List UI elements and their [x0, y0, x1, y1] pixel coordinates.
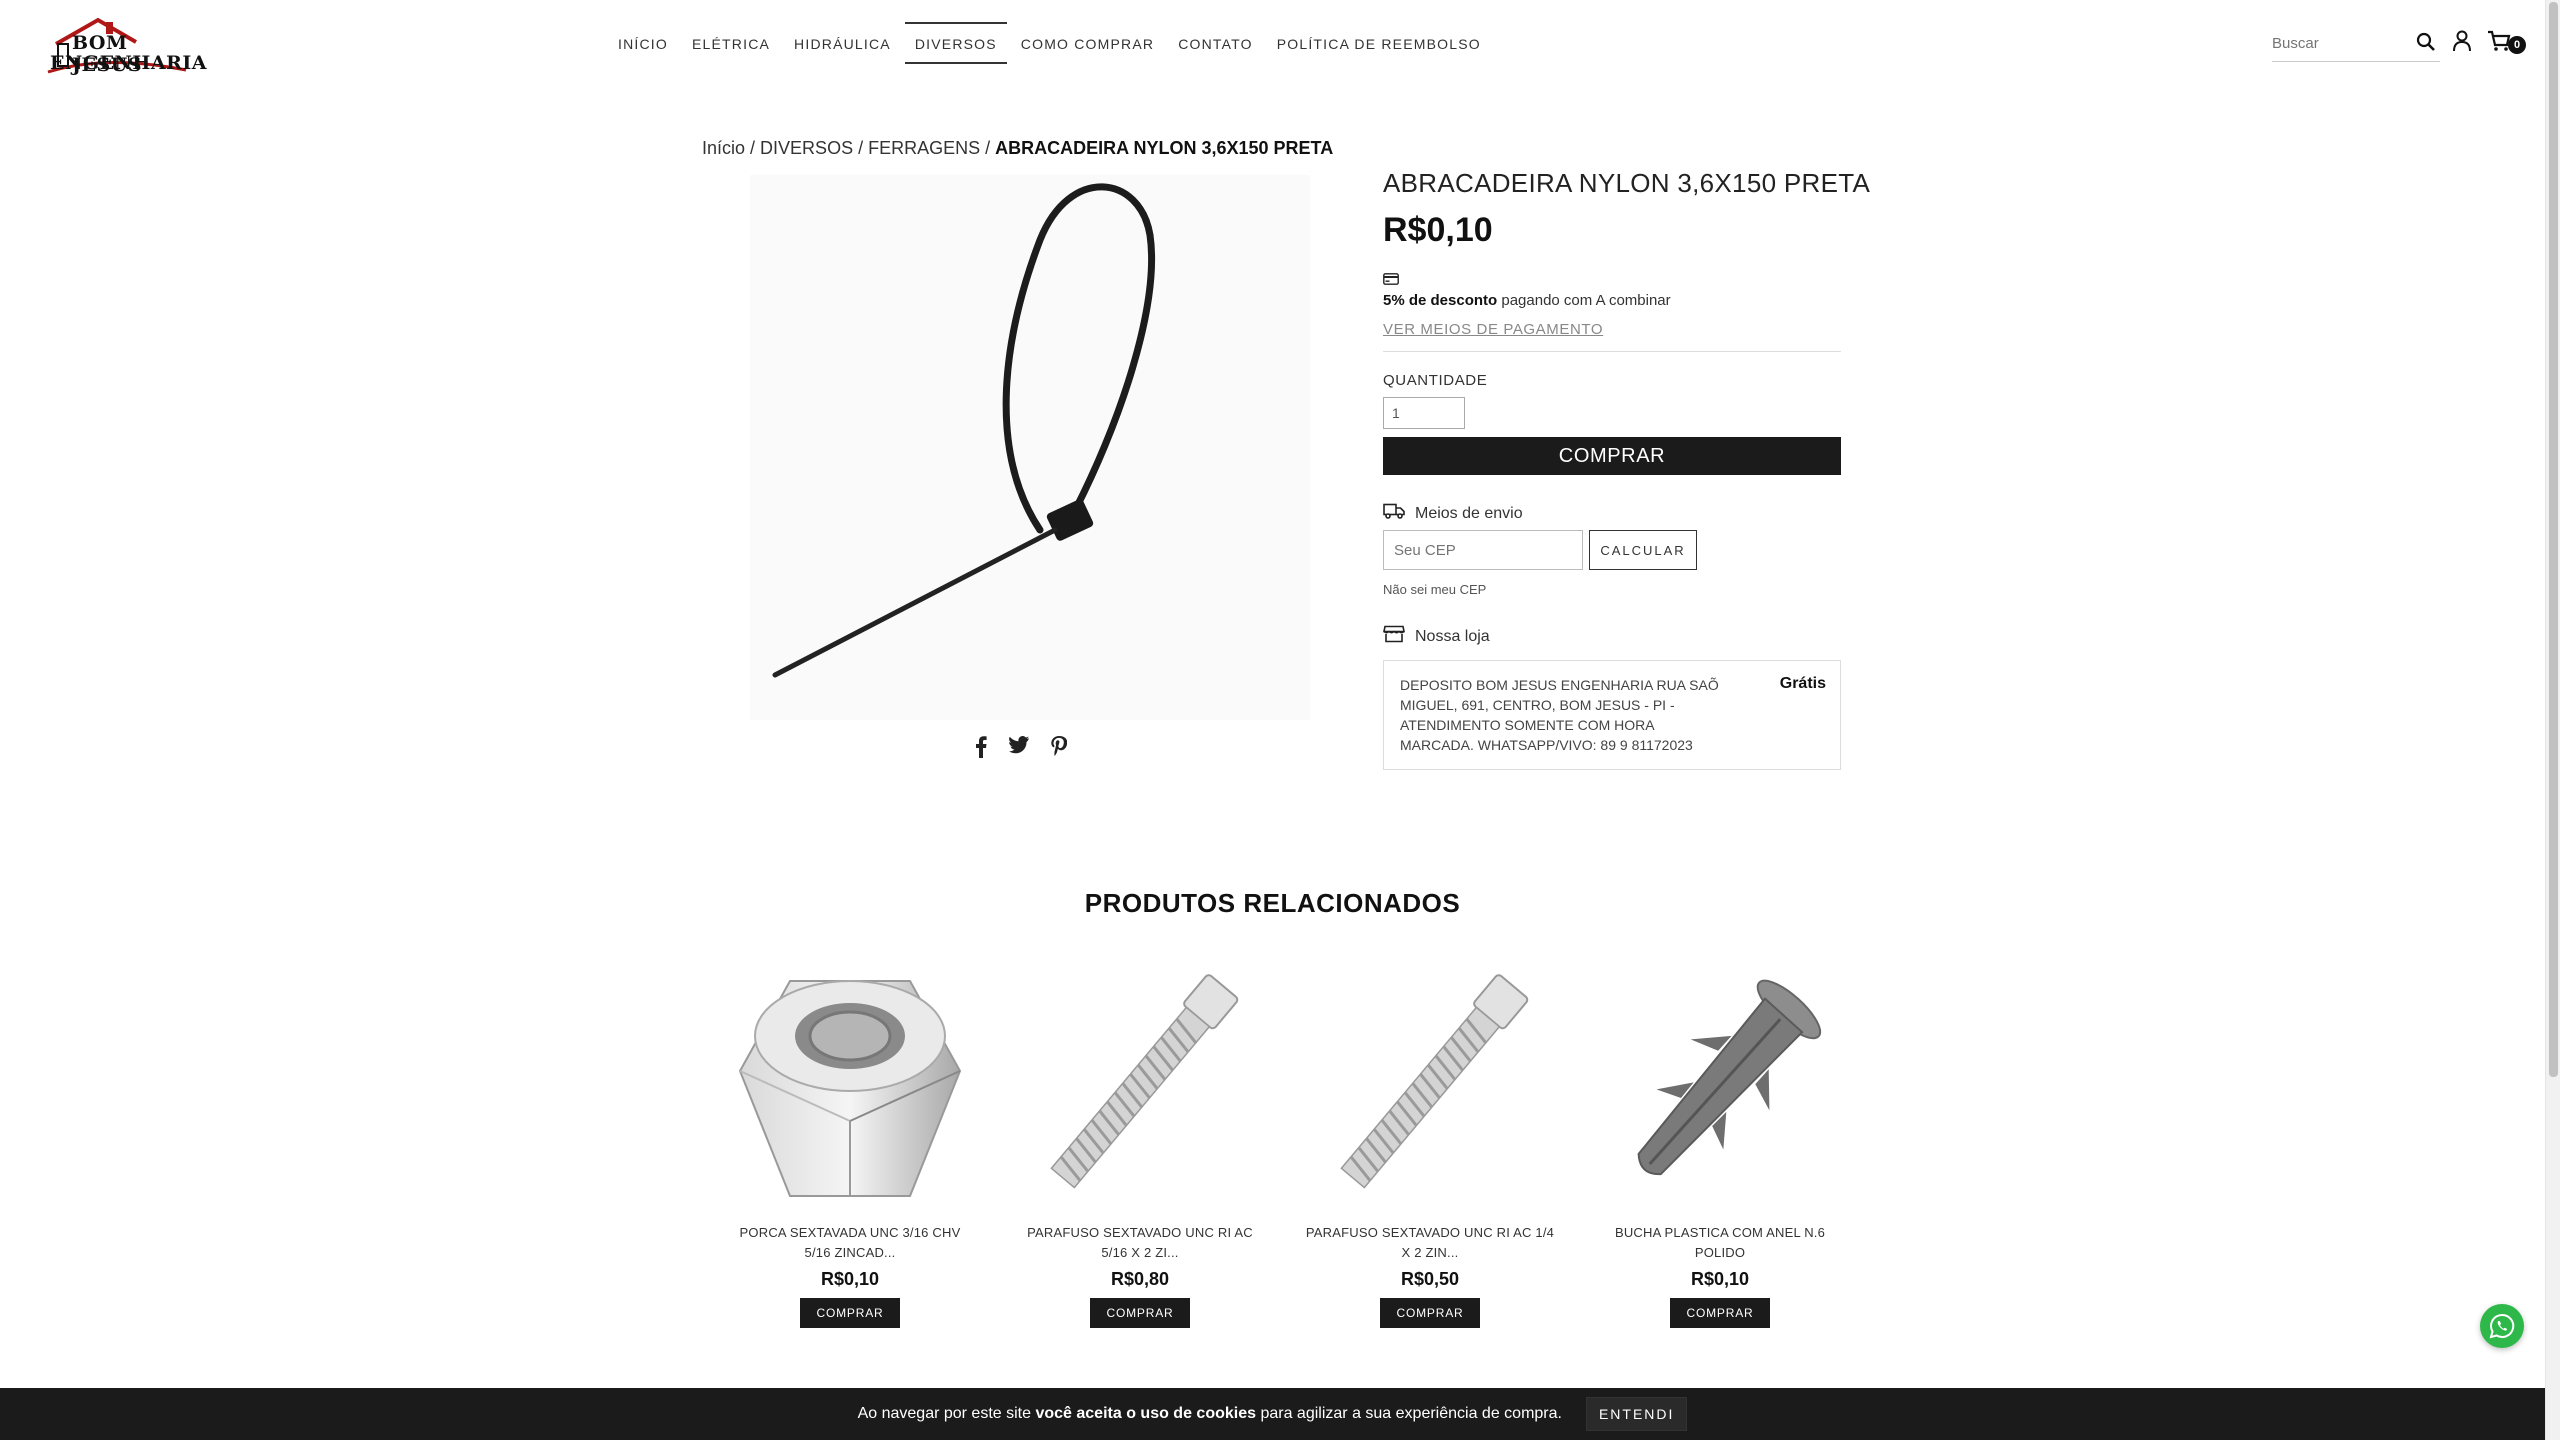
shipping-header: Meios de envio — [1383, 503, 1841, 524]
related-product-name[interactable]: BUCHA PLASTICA COM ANEL N.6 POLIDO — [1595, 1223, 1845, 1263]
breadcrumb-separator: / — [853, 138, 869, 158]
store-pickup-option[interactable]: DEPOSITO BOM JESUS ENGENHARIA RUA SAÕ MI… — [1383, 660, 1841, 770]
breadcrumb-separator: / — [745, 138, 761, 158]
buy-button[interactable]: COMPRAR — [1383, 437, 1841, 475]
whatsapp-icon — [2489, 1313, 2515, 1339]
pinterest-share-icon[interactable] — [1051, 736, 1068, 763]
shipping-label: Meios de envio — [1415, 504, 1523, 522]
store-label: Nossa loja — [1415, 627, 1490, 645]
hex-nut-image[interactable] — [725, 958, 975, 1213]
product-info: ABRACADEIRA NYLON 3,6X150 PRETA R$0,10 5… — [1383, 168, 1871, 770]
related-buy-button[interactable]: COMPRAR — [1380, 1298, 1480, 1328]
user-account-icon[interactable] — [2452, 30, 2472, 57]
related-product-price: R$0,10 — [820, 1269, 880, 1289]
whatsapp-chat-button[interactable] — [2480, 1304, 2524, 1348]
breadcrumb-current: ABRACADEIRA NYLON 3,6X150 PRETA — [995, 138, 1334, 158]
cookie-text-bold: você aceita o uso de cookies — [1035, 1405, 1257, 1422]
nav-politica-reembolso[interactable]: POLÍTICA DE REEMBOLSO — [1265, 22, 1493, 64]
related-product-card: PARAFUSO SEXTAVADO UNC RI AC 5/16 X 2 ZI… — [995, 958, 1285, 1328]
quantity-input[interactable] — [1383, 397, 1465, 429]
store-pickup-header: Nossa loja — [1383, 625, 1841, 648]
store-icon — [1383, 625, 1405, 648]
nav-como-comprar[interactable]: COMO COMPRAR — [1009, 22, 1166, 64]
nav-diversos[interactable]: DIVERSOS — [904, 22, 1007, 64]
scrollbar-thumb[interactable] — [2549, 2, 2558, 1077]
truck-icon — [1383, 503, 1405, 524]
divider — [1383, 351, 1841, 352]
cart-count-badge: 0 — [2508, 36, 2526, 54]
wall-plug-image[interactable] — [1595, 958, 1845, 1213]
related-buy-button[interactable]: COMPRAR — [1090, 1298, 1190, 1328]
product-image[interactable] — [750, 175, 1310, 720]
breadcrumb: Início / DIVERSOS / FERRAGENS / ABRACADE… — [702, 138, 1333, 159]
cookie-text-post: para agilizar a sua experiência de compr… — [1256, 1405, 1562, 1422]
dont-know-cep-link[interactable]: Não sei meu CEP — [1383, 582, 1486, 597]
related-products: PORCA SEXTAVADA UNC 3/16 CHV 5/16 ZINCAD… — [705, 958, 1865, 1328]
search-box — [2272, 26, 2440, 62]
product-title: ABRACADEIRA NYLON 3,6X150 PRETA — [1383, 168, 1871, 198]
discount-amount: 5% de desconto — [1383, 292, 1498, 309]
cookie-text-pre: Ao navegar por este site — [857, 1405, 1036, 1422]
breadcrumb-subcategory[interactable]: FERRAGENS — [868, 138, 980, 158]
quantity-label: QUANTIDADE — [1383, 372, 1488, 389]
related-product-card: PORCA SEXTAVADA UNC 3/16 CHV 5/16 ZINCAD… — [705, 958, 995, 1328]
nav-eletrica[interactable]: ELÉTRICA — [680, 22, 782, 64]
nav-inicio[interactable]: INÍCIO — [606, 22, 680, 64]
store-pickup-price: Grátis — [1779, 675, 1826, 692]
hex-bolt-image[interactable] — [1015, 958, 1265, 1213]
search-input[interactable] — [2272, 35, 2392, 52]
related-buy-button[interactable]: COMPRAR — [1670, 1298, 1770, 1328]
related-buy-button[interactable]: COMPRAR — [800, 1298, 900, 1328]
payment-methods-link[interactable]: VER MEIOS DE PAGAMENTO — [1383, 321, 1603, 338]
brand-logo[interactable]: BOM JESUS ENGENHARIA — [36, 14, 207, 76]
breadcrumb-home[interactable]: Início — [702, 138, 745, 158]
cookie-message: Ao navegar por este site você aceita o u… — [858, 1405, 1562, 1423]
credit-card-icon — [1383, 272, 1841, 290]
product-price: R$0,10 — [1383, 211, 1493, 249]
related-product-price: R$0,80 — [1110, 1269, 1170, 1289]
accept-cookies-button[interactable]: ENTENDI — [1585, 1397, 1688, 1431]
page-scrollbar[interactable] — [2545, 0, 2560, 1440]
cable-tie-image — [772, 183, 1156, 678]
twitter-share-icon[interactable] — [1008, 736, 1029, 763]
site-header: BOM JESUS ENGENHARIA INÍCIO ELÉTRICA HID… — [0, 0, 2545, 90]
nav-hidraulica[interactable]: HIDRÁULICA — [782, 22, 903, 64]
related-product-name[interactable]: PORCA SEXTAVADA UNC 3/16 CHV 5/16 ZINCAD… — [725, 1223, 975, 1263]
related-product-name[interactable]: PARAFUSO SEXTAVADO UNC RI AC 5/16 X 2 ZI… — [1015, 1223, 1265, 1263]
discount-method: pagando com A combinar — [1497, 292, 1671, 309]
brand-name-line2: ENGENHARIA — [50, 52, 208, 74]
breadcrumb-separator: / — [980, 138, 996, 158]
nav-contato[interactable]: CONTATO — [1166, 22, 1265, 64]
related-products-title: PRODUTOS RELACIONADOS — [1084, 888, 1461, 918]
cep-input[interactable] — [1383, 530, 1583, 570]
facebook-share-icon[interactable] — [975, 736, 987, 763]
cep-form: CALCULAR — [1383, 530, 1841, 570]
search-icon[interactable] — [2416, 32, 2436, 57]
store-address: DEPOSITO BOM JESUS ENGENHARIA RUA SAÕ MI… — [1400, 677, 1719, 753]
main-nav: INÍCIO ELÉTRICA HIDRÁULICA DIVERSOS COMO… — [606, 22, 1493, 64]
discount-text: 5% de desconto pagando com A combinar — [1383, 292, 1841, 309]
calculate-shipping-button[interactable]: CALCULAR — [1589, 530, 1697, 570]
breadcrumb-category[interactable]: DIVERSOS — [760, 138, 853, 158]
share-buttons — [975, 736, 1068, 763]
related-product-price: R$0,50 — [1400, 1269, 1460, 1289]
related-product-card: PARAFUSO SEXTAVADO UNC RI AC 1/4 X 2 ZIN… — [1285, 958, 1575, 1328]
related-product-price: R$0,10 — [1690, 1269, 1750, 1289]
related-product-name[interactable]: PARAFUSO SEXTAVADO UNC RI AC 1/4 X 2 ZIN… — [1305, 1223, 1555, 1263]
cookie-banner: Ao navegar por este site você aceita o u… — [0, 1388, 2545, 1440]
related-product-card: BUCHA PLASTICA COM ANEL N.6 POLIDO R$0,1… — [1575, 958, 1865, 1328]
hex-bolt-image[interactable] — [1305, 958, 1555, 1213]
